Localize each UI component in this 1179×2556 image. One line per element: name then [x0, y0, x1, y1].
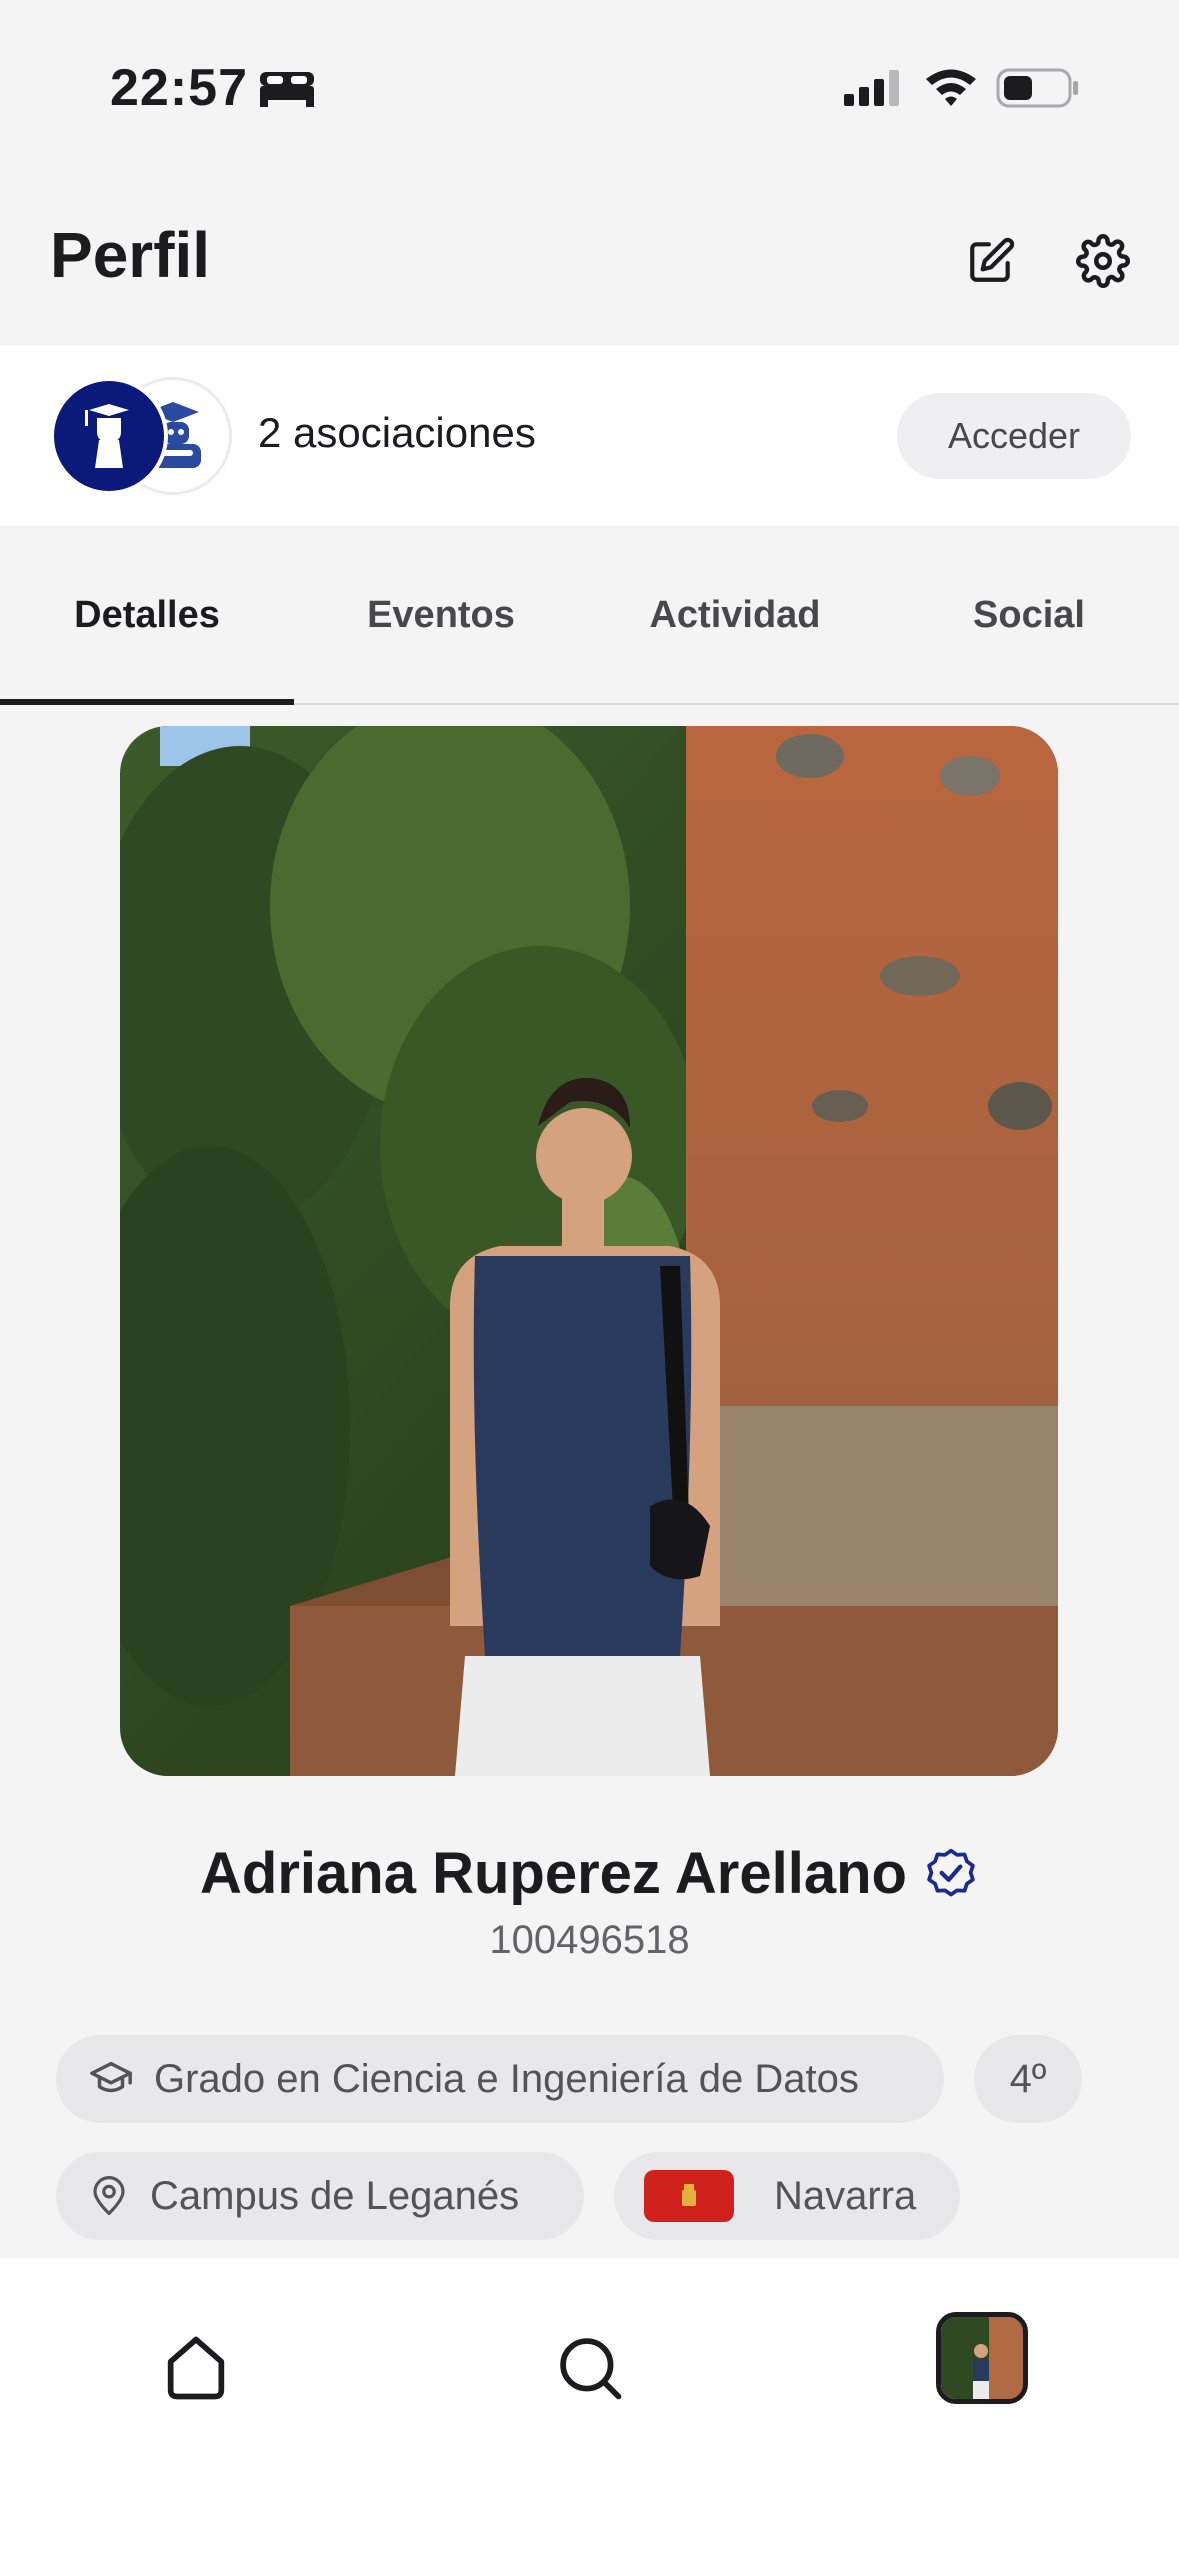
degree-chip: Grado en Ciencia e Ingeniería de Datos [56, 2035, 944, 2123]
bottom-nav [0, 2258, 1179, 2556]
bed-icon [260, 72, 314, 107]
wifi-icon [926, 69, 976, 106]
campus-label: Campus de Leganés [150, 2173, 520, 2218]
verified-badge-icon [927, 1848, 975, 1896]
access-button[interactable]: Acceder [897, 393, 1131, 479]
association-avatar-1 [50, 377, 168, 495]
page-title: Perfil [50, 219, 211, 291]
degree-label: Grado en Ciencia e Ingeniería de Datos [154, 2056, 859, 2101]
region-label: Navarra [774, 2173, 917, 2218]
home-icon [167, 2336, 225, 2400]
nav-profile[interactable] [936, 2312, 1028, 2404]
search-icon [560, 2338, 622, 2400]
profile-tabs: Detalles Eventos Actividad Social [0, 525, 1179, 705]
nav-search[interactable] [540, 2318, 640, 2418]
tab-social[interactable]: Social [882, 525, 1176, 705]
tab-detalles[interactable]: Detalles [0, 525, 294, 705]
student-id: 100496518 [489, 1918, 690, 1962]
navarra-flag-icon [644, 2170, 734, 2222]
edit-icon [970, 237, 1015, 282]
status-time: 22:57 [110, 59, 248, 117]
location-pin-icon [88, 2173, 130, 2219]
associations-row[interactable]: 2 asociaciones Acceder [0, 345, 1179, 525]
profile-name: Adriana Ruperez Arellano [200, 1841, 907, 1906]
header: Perfil [0, 190, 1179, 340]
associations-label: 2 asociaciones [258, 409, 536, 456]
region-chip: Navarra [614, 2152, 960, 2240]
graduation-cap-icon [85, 404, 129, 468]
nav-home[interactable] [146, 2318, 246, 2418]
profile-photo [120, 726, 1058, 1776]
battery-icon [996, 68, 1078, 108]
settings-button[interactable] [1070, 228, 1136, 294]
year-chip: 4º [974, 2035, 1082, 2123]
campus-chip: Campus de Leganés [56, 2152, 584, 2240]
status-bar: 22:57 [0, 0, 1179, 170]
signal-icon [844, 70, 899, 106]
settings-icon [1076, 234, 1130, 288]
name-row: Adriana Ruperez Arellano [0, 1840, 1179, 1907]
profile-thumbnail [941, 2317, 1023, 2399]
tab-actividad[interactable]: Actividad [588, 525, 882, 705]
graduation-cap-icon [88, 2056, 134, 2102]
active-tab-indicator [0, 699, 294, 705]
tab-eventos[interactable]: Eventos [294, 525, 588, 705]
edit-button[interactable] [958, 228, 1024, 294]
